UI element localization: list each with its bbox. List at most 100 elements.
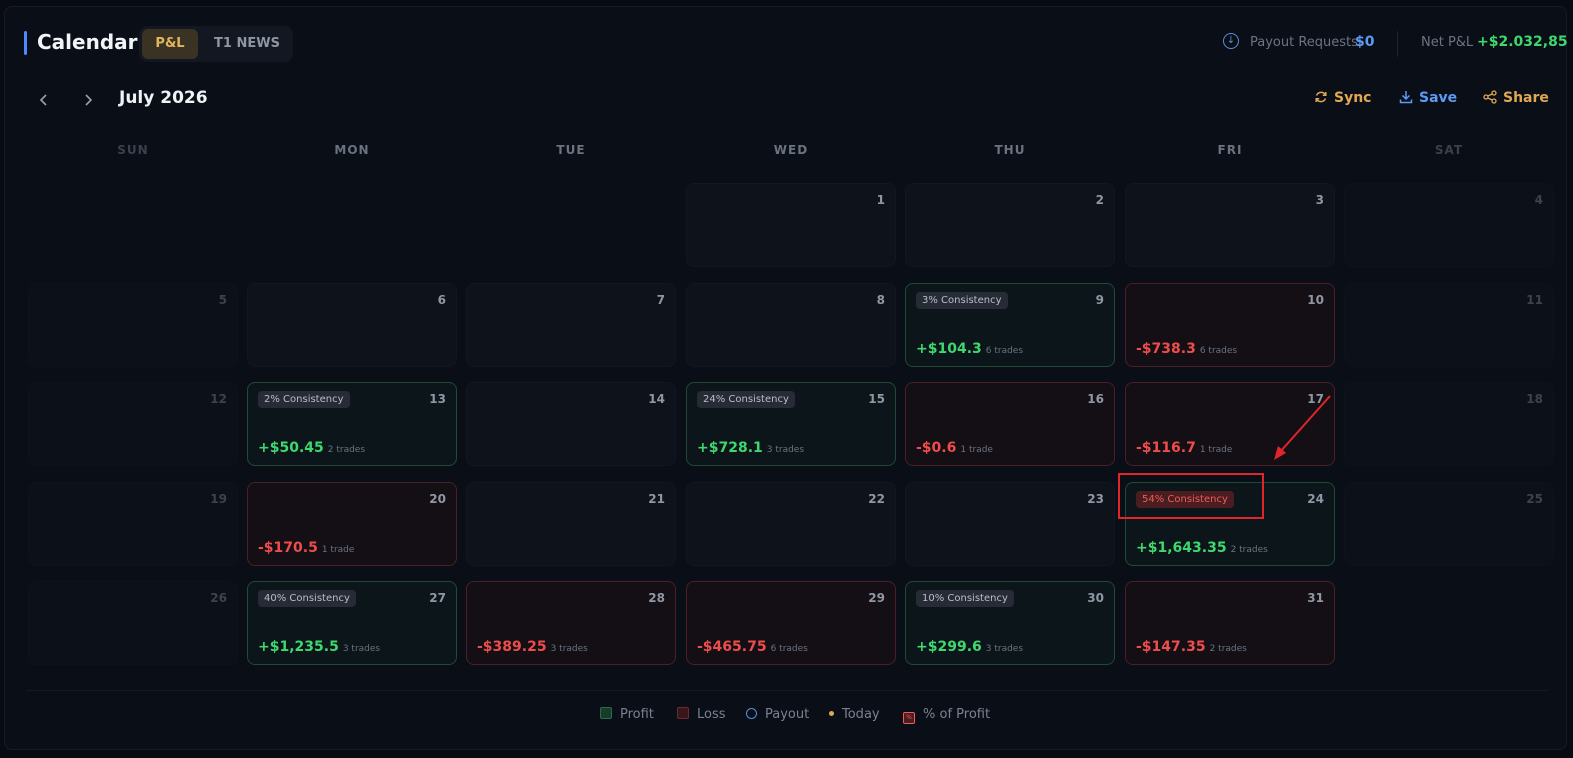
day-pnl: -$147.35 2 trades [1136, 639, 1247, 655]
day-number: 16 [1087, 392, 1104, 406]
trade-count: 2 trades [327, 445, 366, 455]
weekday-tue: TUE [556, 143, 586, 157]
tab-t1-news[interactable]: T1 NEWS [205, 29, 289, 59]
day-cell-2[interactable]: 2 [905, 183, 1115, 267]
day-number: 20 [429, 492, 446, 506]
day-number: 25 [1526, 492, 1543, 506]
day-number: 7 [656, 293, 665, 307]
header-separator [1397, 31, 1398, 57]
pnl-value: -$389.25 [477, 639, 547, 655]
pnl-value: -$116.7 [1136, 440, 1196, 456]
day-number: 29 [868, 591, 885, 605]
legend-today: Today [829, 707, 880, 722]
trade-count: 3 trades [766, 445, 805, 455]
prev-month-button[interactable] [37, 90, 55, 110]
next-month-button[interactable] [81, 90, 99, 110]
chevron-right-icon [85, 94, 93, 106]
day-cell-18[interactable]: 18 [1344, 382, 1554, 466]
trade-count: 3 trades [342, 644, 381, 654]
chevron-left-icon [39, 94, 47, 106]
pnl-value: -$465.75 [697, 639, 767, 655]
trade-count: 6 trades [770, 644, 808, 654]
day-cell-12[interactable]: 12 [28, 382, 238, 466]
day-number: 5 [218, 293, 227, 307]
tab-pnl[interactable]: P&L [142, 29, 198, 59]
day-number: 26 [210, 591, 227, 605]
legend-payout-label: Payout [765, 707, 810, 722]
sync-label: Sync [1334, 90, 1372, 106]
day-cell-7[interactable]: 7 [466, 283, 676, 367]
day-pnl: -$116.7 1 trade [1136, 440, 1232, 456]
day-cell-28[interactable]: 28 -$389.25 3 trades [466, 581, 676, 665]
weekday-sun: SUN [117, 143, 149, 157]
day-cell-16[interactable]: 16 -$0.6 1 trade [905, 382, 1115, 466]
day-number: 11 [1526, 293, 1543, 307]
day-pnl: +$50.45 2 trades [258, 440, 365, 456]
day-cell-25[interactable]: 25 [1344, 482, 1554, 566]
day-pnl: +$299.6 3 trades [916, 639, 1023, 655]
net-pnl-label: Net P&L [1421, 35, 1474, 50]
day-cell-26[interactable]: 26 [28, 581, 238, 665]
day-cell-19[interactable]: 19 [28, 482, 238, 566]
day-cell-30[interactable]: 10% Consistency 30 +$299.6 3 trades [905, 581, 1115, 665]
title-accent-bar [24, 31, 27, 55]
day-cell-6[interactable]: 6 [247, 283, 457, 367]
day-cell-5[interactable]: 5 [28, 283, 238, 367]
day-cell-27[interactable]: 40% Consistency 27 +$1,235.5 3 trades [247, 581, 457, 665]
day-number: 14 [648, 392, 665, 406]
pnl-value: +$1,643.35 [1136, 540, 1227, 556]
share-button[interactable]: Share [1483, 90, 1549, 106]
trade-count: 2 trades [1230, 545, 1268, 555]
day-number: 31 [1307, 591, 1324, 605]
day-number: 15 [868, 392, 885, 406]
day-cell-21[interactable]: 21 [466, 482, 676, 566]
day-pnl: -$465.75 6 trades [697, 639, 808, 655]
day-cell-20[interactable]: 20 -$170.5 1 trade [247, 482, 457, 566]
pnl-value: +$50.45 [258, 440, 324, 456]
day-number: 27 [429, 591, 446, 605]
save-button[interactable]: Save [1399, 90, 1457, 106]
day-cell-29[interactable]: 29 -$465.75 6 trades [686, 581, 896, 665]
weekday-thu: THU [994, 143, 1026, 157]
consistency-badge: 10% Consistency [916, 590, 1014, 607]
day-number: 8 [876, 293, 885, 307]
day-cell-1[interactable]: 1 [686, 183, 896, 267]
consistency-badge: 24% Consistency [697, 391, 795, 408]
legend-pct-profit: % % of Profit [903, 707, 990, 724]
day-cell-4[interactable]: 4 [1344, 183, 1554, 267]
consistency-badge: 2% Consistency [258, 391, 350, 408]
weekday-mon: MON [334, 143, 370, 157]
pnl-value: +$299.6 [916, 639, 982, 655]
day-cell-11[interactable]: 11 [1344, 283, 1554, 367]
day-number: 30 [1087, 591, 1104, 605]
day-cell-31[interactable]: 31 -$147.35 2 trades [1125, 581, 1335, 665]
day-number: 13 [429, 392, 446, 406]
day-number: 28 [648, 591, 665, 605]
day-cell-8[interactable]: 8 [686, 283, 896, 367]
legend-payout: Payout [746, 707, 809, 722]
trade-count: 1 trade [960, 445, 993, 455]
day-cell-3[interactable]: 3 [1125, 183, 1335, 267]
day-pnl: -$0.6 1 trade [916, 440, 993, 456]
day-number: 9 [1095, 293, 1104, 307]
percent-icon: % [903, 712, 915, 724]
day-cell-9[interactable]: 3% Consistency 9 +$104.3 6 trades [905, 283, 1115, 367]
sync-button[interactable]: Sync [1314, 90, 1371, 106]
day-pnl: -$170.5 1 trade [258, 540, 354, 556]
day-cell-23[interactable]: 23 [905, 482, 1115, 566]
day-cell-13[interactable]: 2% Consistency 13 +$50.45 2 trades [247, 382, 457, 466]
payout-requests-label: Payout Requests [1250, 35, 1358, 50]
day-cell-14[interactable]: 14 [466, 382, 676, 466]
day-cell-22[interactable]: 22 [686, 482, 896, 566]
day-number: 1 [876, 193, 885, 207]
payout-icon [746, 708, 757, 719]
legend-loss-label: Loss [697, 707, 726, 722]
day-number: 6 [437, 293, 446, 307]
day-number: 2 [1095, 193, 1104, 207]
day-cell-15[interactable]: 24% Consistency 15 +$728.1 3 trades [686, 382, 896, 466]
day-cell-10[interactable]: 10 -$738.3 6 trades [1125, 283, 1335, 367]
loss-swatch [677, 707, 689, 719]
day-pnl: +$728.1 3 trades [697, 440, 804, 456]
share-label: Share [1503, 90, 1549, 106]
consistency-badge: 40% Consistency [258, 590, 356, 607]
